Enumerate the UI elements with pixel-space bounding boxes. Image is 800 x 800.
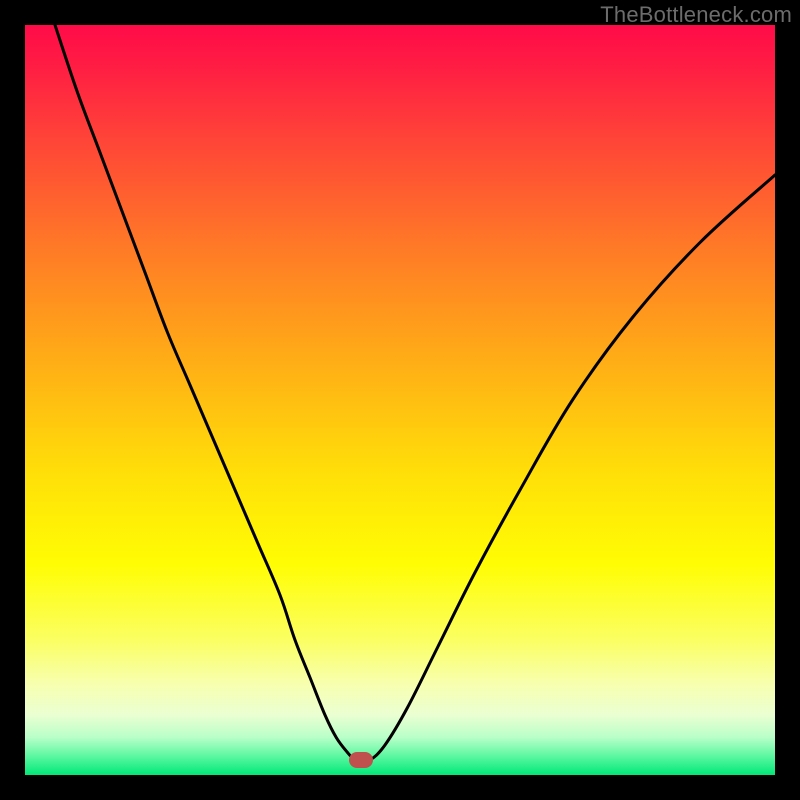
bottleneck-curve (25, 25, 775, 775)
chart-frame: TheBottleneck.com (0, 0, 800, 800)
optimum-marker (349, 752, 373, 768)
plot-area (25, 25, 775, 775)
